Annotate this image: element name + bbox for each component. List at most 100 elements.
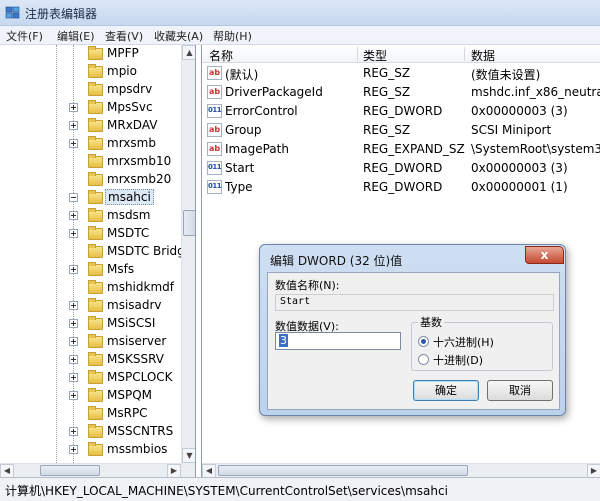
tree-item[interactable]: Msfs — [0, 261, 181, 279]
close-button[interactable]: x — [525, 246, 564, 264]
table-row[interactable]: ab Group REG_SZ SCSI Miniport — [202, 121, 600, 140]
cell-name: ErrorControl — [225, 104, 298, 118]
tree-item[interactable]: MpsSvc — [0, 99, 181, 117]
tree-item-label: msdsm — [107, 208, 151, 222]
tree-item[interactable]: msiserver — [0, 333, 181, 351]
scroll-right-arrow-icon[interactable]: ▶ — [587, 464, 600, 477]
scroll-thumb[interactable] — [40, 465, 100, 476]
scroll-down-arrow-icon[interactable]: ▼ — [182, 448, 195, 463]
cell-data: 0x00000003 (3) — [471, 161, 568, 175]
table-row[interactable]: 011 Start REG_DWORD 0x00000003 (3) — [202, 159, 600, 178]
cell-type: REG_SZ — [363, 85, 411, 99]
tree-item[interactable]: mrxsmb20 — [0, 171, 181, 189]
column-header-type[interactable]: 类型 — [363, 47, 387, 64]
hex-radio[interactable] — [418, 336, 429, 347]
menu-edit[interactable]: 编辑(E) — [57, 28, 95, 44]
menu-help[interactable]: 帮助(H) — [213, 28, 252, 44]
tree-item[interactable]: MSiSCSI — [0, 315, 181, 333]
tree-item[interactable]: msdsm — [0, 207, 181, 225]
scroll-up-arrow-icon[interactable]: ▲ — [182, 45, 195, 60]
folder-icon — [88, 100, 103, 114]
folder-icon — [88, 136, 103, 150]
tree-item[interactable]: msahci — [0, 189, 181, 207]
scroll-left-arrow-icon[interactable]: ◀ — [0, 464, 14, 477]
tree-item[interactable]: msisadrv — [0, 297, 181, 315]
value-data-input[interactable]: 3 — [275, 332, 401, 350]
value-name-label: 数值名称(N): — [275, 279, 340, 292]
tree-item-label: MSPCLOCK — [107, 370, 173, 384]
cell-data: mshdc.inf_x86_neutral_f64 — [471, 85, 600, 99]
tree-item-label: msiserver — [107, 334, 167, 348]
ok-button[interactable]: 确定 — [413, 380, 479, 401]
tree-item[interactable]: mrxsmb10 — [0, 153, 181, 171]
expand-icon[interactable] — [69, 301, 78, 310]
tree-item[interactable]: MRxDAV — [0, 117, 181, 135]
folder-icon — [88, 244, 103, 258]
decimal-radio[interactable] — [418, 354, 429, 365]
table-row[interactable]: ab DriverPackageId REG_SZ mshdc.inf_x86_neu… — [202, 83, 600, 102]
scroll-thumb[interactable] — [183, 210, 195, 236]
cancel-button[interactable]: 取消 — [487, 380, 553, 401]
table-row[interactable]: 011 Type REG_DWORD 0x00000001 (1) — [202, 178, 600, 197]
column-header-name[interactable]: 名称 — [209, 47, 233, 64]
list-horizontal-scrollbar[interactable]: ◀ ▶ — [202, 463, 600, 477]
folder-icon — [88, 190, 103, 204]
scroll-right-arrow-icon[interactable]: ▶ — [167, 464, 181, 477]
expand-icon[interactable] — [69, 337, 78, 346]
tree-item-label: mshidkmdf — [107, 280, 174, 294]
menu-view[interactable]: 查看(V) — [105, 28, 143, 44]
tree-item[interactable]: MSKSSRV — [0, 351, 181, 369]
menu-favorites[interactable]: 收藏夹(A) — [154, 28, 203, 44]
expand-icon[interactable] — [69, 391, 78, 400]
tree-item-label: MSKSSRV — [107, 352, 164, 366]
tree-vertical-scrollbar[interactable]: ▲ ▼ — [181, 45, 195, 463]
decimal-radio-label[interactable]: 十进制(D) — [433, 352, 483, 368]
hex-radio-label[interactable]: 十六进制(H) — [433, 334, 494, 350]
folder-icon — [88, 370, 103, 384]
tree-item[interactable]: MSPQM — [0, 387, 181, 405]
key-tree: MPFP mpio mpsdrv MpsSvc MRxDAV mrxsmb mrxsmb10… — [0, 45, 185, 463]
scroll-thumb[interactable] — [218, 465, 468, 476]
column-divider[interactable] — [464, 47, 465, 61]
tree-item[interactable]: mssmbios — [0, 441, 181, 459]
menu-file[interactable]: 文件(F) — [6, 28, 43, 44]
title-bar[interactable]: 注册表编辑器 — [0, 0, 600, 26]
expand-icon[interactable] — [69, 373, 78, 382]
scroll-left-arrow-icon[interactable]: ◀ — [202, 464, 216, 477]
tree-item-label: MSDTC Bridg — [107, 244, 185, 258]
expand-icon[interactable] — [69, 355, 78, 364]
tree-item[interactable]: MSSCNTRS — [0, 423, 181, 441]
tree-item-label: MSiSCSI — [107, 316, 156, 330]
expand-icon[interactable] — [69, 139, 78, 148]
expand-icon[interactable] — [69, 445, 78, 454]
expand-icon[interactable] — [69, 427, 78, 436]
tree-item[interactable]: mshidkmdf — [0, 279, 181, 297]
expand-icon[interactable] — [69, 229, 78, 238]
tree-item[interactable]: MPFP — [0, 45, 181, 63]
table-row[interactable]: ab (默认) REG_SZ (数值未设置) — [202, 64, 600, 83]
cell-data: (数值未设置) — [471, 68, 541, 82]
folder-icon — [88, 118, 103, 132]
cell-type: REG_DWORD — [363, 104, 443, 118]
tree-item[interactable]: mrxsmb — [0, 135, 181, 153]
base-label: 基数 — [418, 314, 444, 330]
tree-item[interactable]: MSDTC — [0, 225, 181, 243]
collapse-icon[interactable] — [69, 193, 78, 202]
table-row[interactable]: 011 ErrorControl REG_DWORD 0x00000003 (3) — [202, 102, 600, 121]
tree-item[interactable]: MSPCLOCK — [0, 369, 181, 387]
expand-icon[interactable] — [69, 265, 78, 274]
tree-item[interactable]: MSDTC Bridg — [0, 243, 185, 261]
tree-horizontal-scrollbar[interactable]: ◀ ▶ — [0, 463, 181, 477]
tree-item[interactable]: MsRPC — [0, 405, 181, 423]
column-divider[interactable] — [357, 47, 358, 61]
tree-item[interactable]: mpio — [0, 63, 181, 81]
tree-item-label: mrxsmb20 — [107, 172, 172, 186]
expand-icon[interactable] — [69, 211, 78, 220]
expand-icon[interactable] — [69, 121, 78, 130]
column-header-data[interactable]: 数据 — [471, 47, 495, 64]
table-row[interactable]: ab ImagePath REG_EXPAND_SZ \SystemRoot\syst… — [202, 140, 600, 159]
expand-icon[interactable] — [69, 103, 78, 112]
folder-icon — [88, 316, 103, 330]
tree-item[interactable]: mpsdrv — [0, 81, 181, 99]
expand-icon[interactable] — [69, 319, 78, 328]
